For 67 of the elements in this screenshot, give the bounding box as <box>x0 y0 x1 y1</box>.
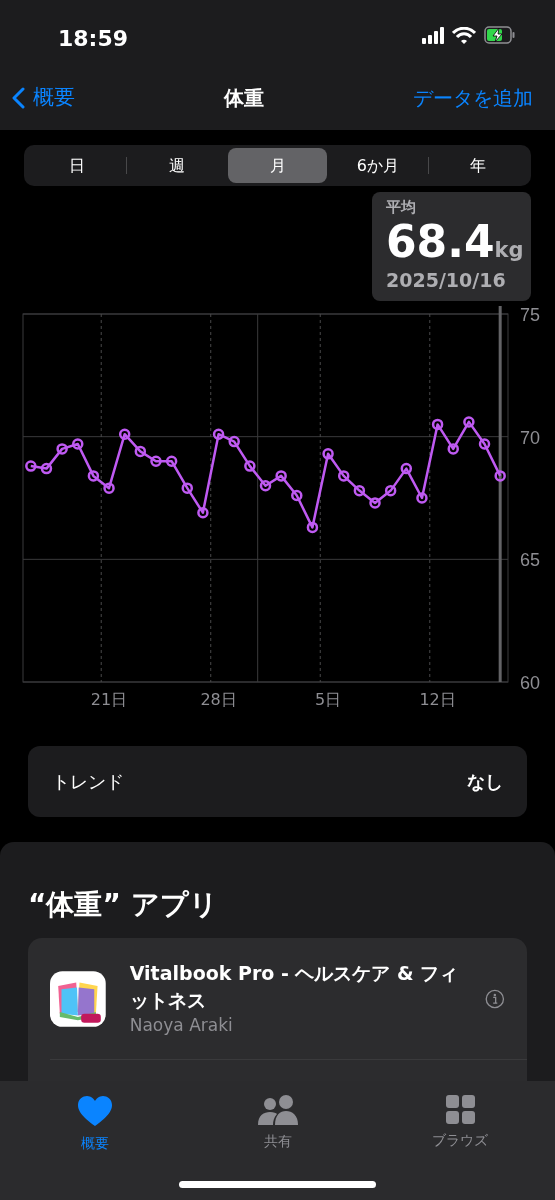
data-point <box>322 448 334 460</box>
battery-icon <box>484 26 515 44</box>
data-point <box>181 482 193 494</box>
x-axis-label: 5日 <box>315 690 342 709</box>
data-point <box>369 497 381 509</box>
data-point <box>306 521 319 534</box>
y-axis-label: 60 <box>520 673 541 693</box>
data-point <box>40 462 53 475</box>
tab-item[interactable]: ブラウズ <box>405 1089 515 1151</box>
data-point <box>353 484 366 497</box>
segment-tab[interactable]: 年 <box>428 148 529 183</box>
data-point <box>212 428 225 440</box>
page-title: 体重 <box>224 85 264 112</box>
data-point <box>338 470 350 482</box>
data-point <box>72 438 84 450</box>
data-point <box>478 438 491 450</box>
data-point <box>416 492 428 504</box>
people-icon <box>257 1095 298 1125</box>
wifi-icon <box>452 26 476 44</box>
tab-item[interactable]: 概要 <box>40 1089 150 1154</box>
signal-icon <box>422 26 444 44</box>
data-point <box>259 480 272 492</box>
data-point <box>494 470 506 482</box>
x-axis-label: 21日 <box>90 690 128 709</box>
trend-value: なし <box>467 770 503 794</box>
data-point <box>431 418 444 431</box>
add-data-link[interactable]: データを追加 <box>413 83 533 113</box>
segment-tab[interactable]: 6か月 <box>328 148 428 183</box>
back-link[interactable]: 概要 <box>12 82 75 114</box>
data-point <box>400 462 413 475</box>
trend-label: トレンド <box>52 770 124 794</box>
segment-tab[interactable]: 月 <box>227 148 328 183</box>
back-chevron-icon <box>12 87 25 109</box>
data-point <box>463 416 475 428</box>
section-title: “体重” アプリ <box>28 887 219 923</box>
grid-icon <box>445 1095 475 1124</box>
average-value: 68.4 <box>386 218 495 265</box>
data-point <box>103 482 115 494</box>
data-point <box>134 445 147 458</box>
data-point <box>384 484 397 497</box>
data-point <box>56 443 68 455</box>
x-axis-label: 12日 <box>419 690 456 709</box>
data-point <box>275 470 287 482</box>
data-point <box>291 489 303 502</box>
y-axis-label: 65 <box>520 550 541 571</box>
unit-label: kg <box>494 236 524 264</box>
y-axis-label: 70 <box>520 427 541 448</box>
y-axis-label: 75 <box>520 306 541 325</box>
date-label: 2025/10/16 <box>386 268 507 293</box>
status-time: 18:59 <box>58 25 129 53</box>
developer-name: Naoya Araki <box>129 1014 234 1038</box>
data-point <box>244 460 256 472</box>
heart-icon <box>77 1095 113 1127</box>
average-label: 平均 <box>386 197 417 218</box>
data-point <box>228 435 240 448</box>
data-point <box>150 455 162 467</box>
data-point <box>197 506 209 519</box>
x-axis-label: 28日 <box>200 690 237 709</box>
app-name[interactable]: Vitalbook Pro - ヘルスケア & フィットネス <box>129 960 462 1014</box>
segment-tab[interactable]: 週 <box>127 148 227 183</box>
data-point <box>87 470 100 482</box>
segment-tab[interactable]: 日 <box>27 148 127 183</box>
data-point <box>165 455 178 467</box>
data-point <box>118 428 131 440</box>
tab-item[interactable]: 共有 <box>222 1089 333 1152</box>
data-point <box>25 460 37 472</box>
data-point <box>447 443 459 455</box>
